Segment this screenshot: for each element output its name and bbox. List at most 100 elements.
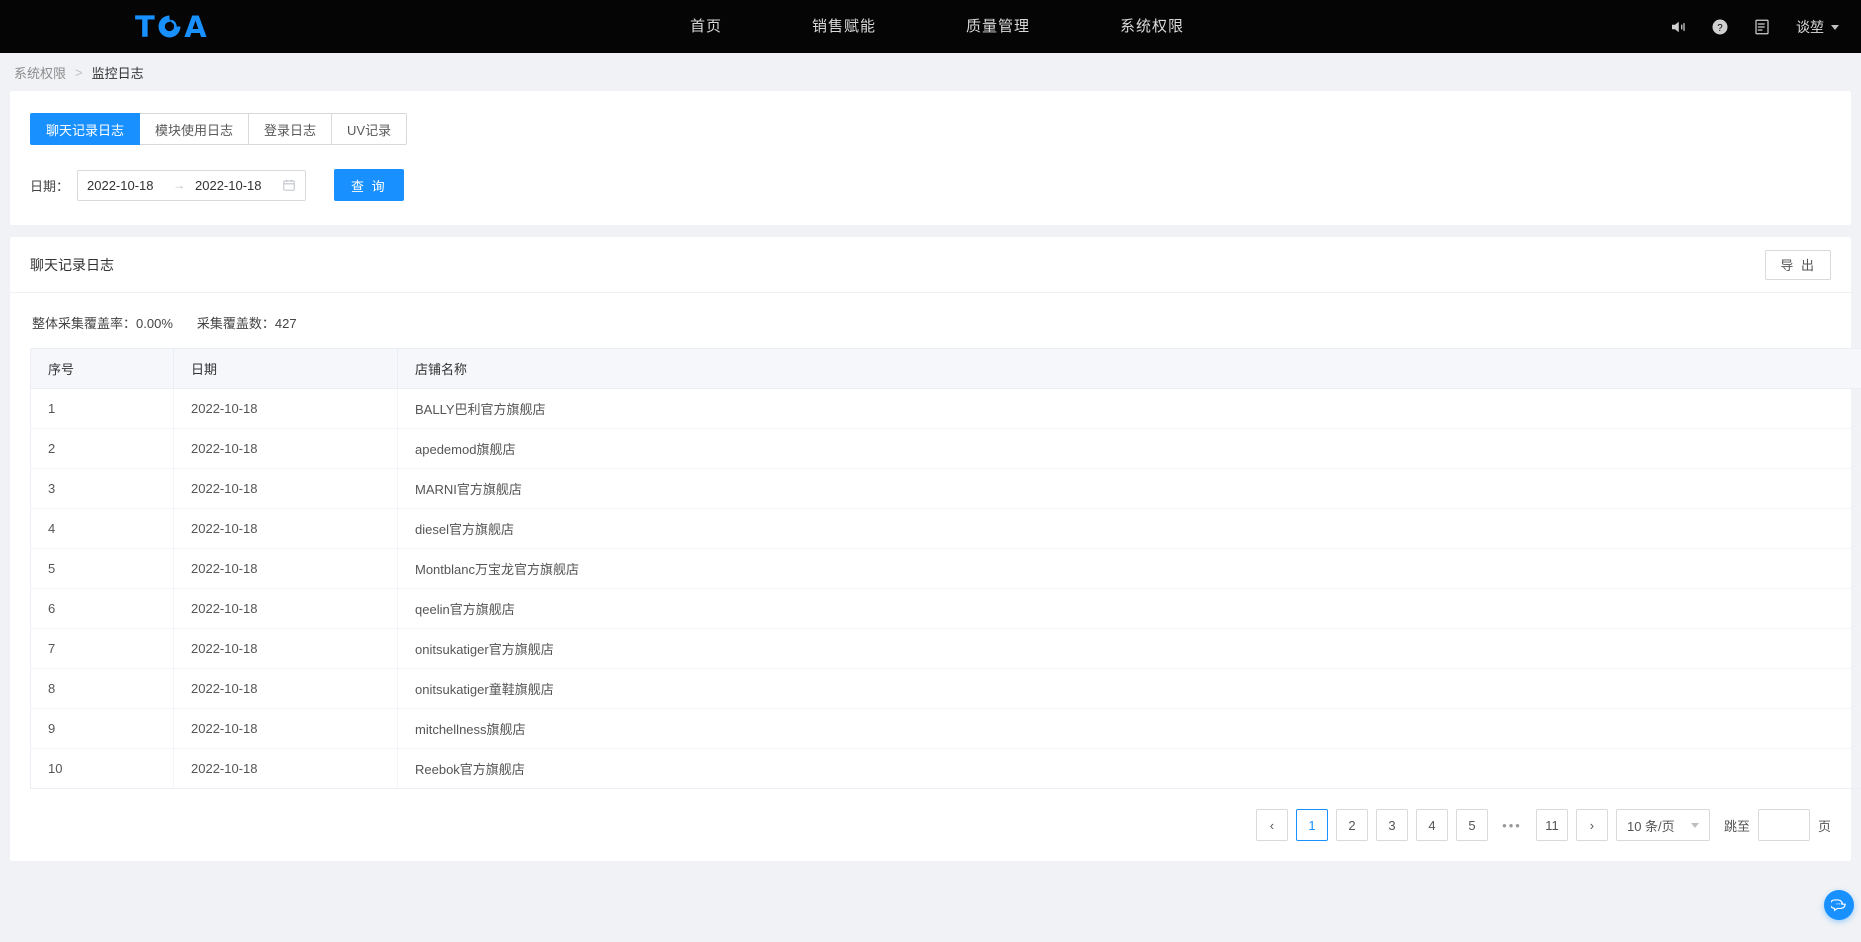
start-date-input[interactable] [87, 177, 168, 193]
pagination-prev-button[interactable]: ‹ [1255, 809, 1288, 841]
cell-shop-name: qeelin官方旗舰店 [397, 588, 1861, 629]
stat-coverage-count-label: 采集覆盖数： [196, 316, 275, 331]
table-header: 序号 日期 店铺名称 平台会话数 采集到会话数 采集覆盖完整率 采集状态 [30, 348, 1861, 389]
tab-module-usage-log[interactable]: 模块使用日志 [140, 113, 250, 145]
end-date-input[interactable] [195, 177, 276, 193]
table-row[interactable]: 102022-10-18Reebok官方旗舰店0160.00% [30, 748, 1861, 789]
tab-chat-log[interactable]: 聊天记录日志 [30, 113, 141, 145]
table-header-row: 序号 日期 店铺名称 平台会话数 采集到会话数 采集覆盖完整率 采集状态 [30, 348, 1861, 389]
stat-overall-coverage-rate-value: 0.00% [136, 316, 173, 331]
app-logo[interactable]: T A [135, 10, 207, 44]
query-button[interactable]: 查 询 [334, 169, 404, 201]
cell-shop-name: mitchellness旗舰店 [397, 708, 1861, 749]
user-name: 谈堃 [1796, 18, 1824, 35]
page-size-select[interactable]: 10 条/页 [1615, 809, 1710, 841]
breadcrumb-item-system[interactable]: 系统权限 [14, 63, 66, 82]
cell-date: 2022-10-18 [173, 508, 398, 549]
stat-overall-coverage-rate-label: 整体采集覆盖率： [32, 316, 137, 331]
pagination-page-2[interactable]: 2 [1335, 809, 1368, 841]
cell-shop-name: apedemod旗舰店 [397, 428, 1861, 469]
cell-date: 2022-10-18 [173, 708, 398, 749]
chat-bubble-icon [1829, 895, 1848, 915]
pagination-ellipsis[interactable]: ••• [1496, 809, 1528, 841]
cell-date: 2022-10-18 [173, 388, 398, 429]
panel-title: 聊天记录日志 [30, 256, 114, 273]
cell-date: 2022-10-18 [173, 428, 398, 469]
table-row[interactable]: 52022-10-18Montblanc万宝龙官方旗舰店020.00% [30, 548, 1861, 589]
cell-index: 9 [30, 708, 174, 749]
nav-item-home[interactable]: 首页 [690, 0, 722, 53]
table-row[interactable]: 42022-10-18diesel官方旗舰店050.00% [30, 508, 1861, 549]
cell-index: 1 [30, 388, 174, 429]
sound-icon[interactable] [1668, 17, 1688, 37]
jump-to-label: 跳至 [1723, 818, 1750, 834]
summary-stats: 整体采集覆盖率：0.00% 采集覆盖数：427 [10, 293, 1851, 348]
cell-index: 3 [30, 468, 174, 509]
pagination-page-5[interactable]: 5 [1455, 809, 1488, 841]
cell-index: 4 [30, 508, 174, 549]
table-row[interactable]: 82022-10-18onitsukatiger童鞋旗舰店010.00% [30, 668, 1861, 709]
table-row[interactable]: 32022-10-18MARNI官方旗舰店010.00% [30, 468, 1861, 509]
cell-shop-name: Montblanc万宝龙官方旗舰店 [397, 548, 1861, 589]
table-row[interactable]: 12022-10-18BALLY巴利官方旗舰店000.00% [30, 388, 1861, 429]
filter-row: 日期： → 查 询 [30, 169, 1831, 201]
cell-index: 7 [30, 628, 174, 669]
chevron-down-icon [1690, 822, 1699, 828]
date-range-separator: → [173, 178, 186, 192]
breadcrumb: 系统权限 > 监控日志 [0, 53, 1861, 91]
help-icon[interactable]: ? [1710, 17, 1730, 37]
column-header-index: 序号 [30, 348, 174, 389]
cell-date: 2022-10-18 [173, 748, 398, 789]
chat-log-table: 序号 日期 店铺名称 平台会话数 采集到会话数 采集覆盖完整率 采集状态 120… [30, 348, 1861, 789]
pagination-page-4[interactable]: 4 [1415, 809, 1448, 841]
table-row[interactable]: 62022-10-18qeelin官方旗舰店010.00% [30, 588, 1861, 629]
breadcrumb-item-current: 监控日志 [91, 65, 144, 81]
cell-shop-name: onitsukatiger童鞋旗舰店 [397, 668, 1861, 709]
pagination-page-1[interactable]: 1 [1295, 809, 1328, 841]
cell-date: 2022-10-18 [173, 668, 398, 709]
pagination-last-page[interactable]: 11 [1535, 809, 1568, 841]
export-button[interactable]: 导 出 [1765, 249, 1831, 280]
tab-login-log[interactable]: 登录日志 [249, 113, 333, 145]
nav-item-sales[interactable]: 销售赋能 [812, 0, 876, 53]
pagination: ‹ 1 2 3 4 5 ••• 11 › 10 条/页 跳至 页 [10, 789, 1851, 847]
nav-item-system[interactable]: 系统权限 [1120, 0, 1184, 53]
svg-text:?: ? [1717, 22, 1723, 33]
document-icon[interactable] [1752, 17, 1772, 37]
table-row[interactable]: 92022-10-18mitchellness旗舰店090.00% [30, 708, 1861, 749]
cell-shop-name: diesel官方旗舰店 [397, 508, 1861, 549]
logo-letter-a: A [184, 9, 208, 44]
table-body: 12022-10-18BALLY巴利官方旗舰店000.00%22022-10-1… [30, 388, 1861, 789]
top-navigation-bar: T A 首页 销售赋能 质量管理 系统权限 ? 谈堃 [0, 0, 1861, 53]
page-size-label: 10 条/页 [1626, 818, 1675, 834]
user-menu[interactable]: 谈堃 [1796, 17, 1839, 37]
table-row[interactable]: 72022-10-18onitsukatiger官方旗舰店0110.00% [30, 628, 1861, 669]
cell-date: 2022-10-18 [173, 628, 398, 669]
column-header-shop-name: 店铺名称 [397, 348, 1861, 389]
calendar-icon[interactable] [282, 178, 296, 192]
cell-shop-name: onitsukatiger官方旗舰店 [397, 628, 1861, 669]
breadcrumb-separator: > [75, 64, 83, 80]
pagination-next-button[interactable]: › [1575, 809, 1608, 841]
logo-letter-t: T [135, 9, 156, 44]
cell-index: 8 [30, 668, 174, 709]
stat-overall-coverage-rate: 整体采集覆盖率：0.00% [32, 313, 173, 332]
cell-index: 6 [30, 588, 174, 629]
cell-shop-name: Reebok官方旗舰店 [397, 748, 1861, 789]
chat-support-button[interactable] [1824, 890, 1854, 920]
tab-uv-record[interactable]: UV记录 [332, 113, 408, 145]
pagination-page-3[interactable]: 3 [1375, 809, 1408, 841]
nav-item-quality[interactable]: 质量管理 [966, 0, 1030, 53]
cell-shop-name: MARNI官方旗舰店 [397, 468, 1861, 509]
filter-panel: 聊天记录日志 模块使用日志 登录日志 UV记录 日期： → 查 询 [10, 91, 1851, 225]
date-range-picker[interactable]: → [77, 169, 307, 201]
logo-swirl-g-icon [156, 13, 183, 40]
table-container: 序号 日期 店铺名称 平台会话数 采集到会话数 采集覆盖完整率 采集状态 120… [10, 348, 1861, 789]
column-header-date: 日期 [173, 348, 398, 389]
cell-date: 2022-10-18 [173, 588, 398, 629]
jump-to-input[interactable] [1757, 809, 1810, 841]
stat-coverage-count-value: 427 [274, 316, 297, 331]
log-type-tabs: 聊天记录日志 模块使用日志 登录日志 UV记录 [30, 113, 1831, 145]
table-row[interactable]: 22022-10-18apedemod旗舰店010.00% [30, 428, 1861, 469]
jump-to-unit: 页 [1817, 818, 1831, 834]
